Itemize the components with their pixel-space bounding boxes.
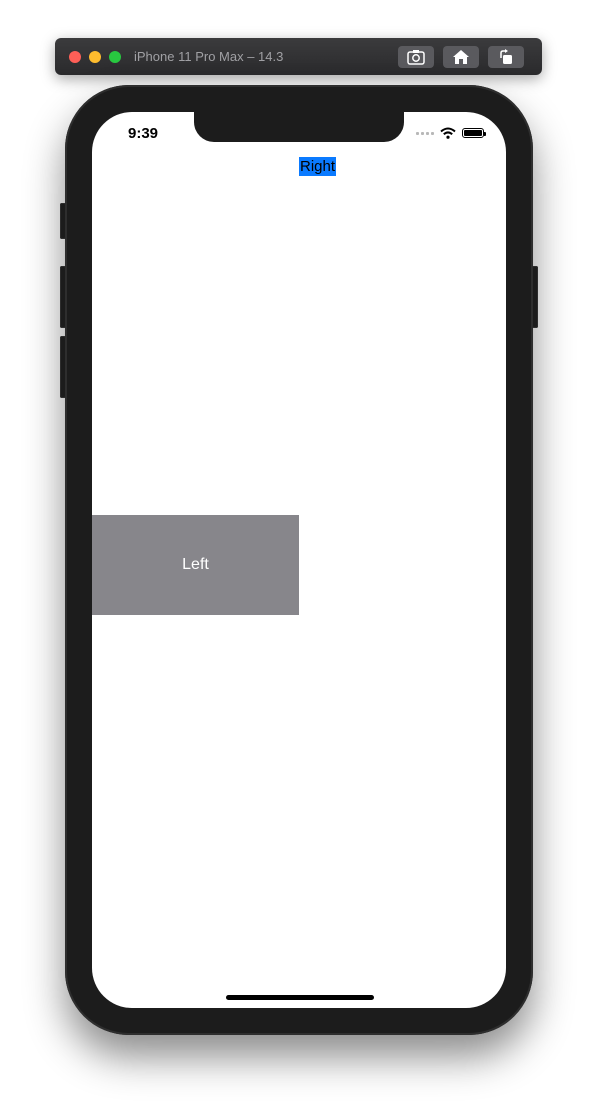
rotate-icon	[500, 49, 512, 64]
status-time: 9:39	[128, 125, 159, 142]
side-power-button	[532, 266, 538, 328]
screenshot-icon	[407, 50, 425, 65]
volume-up-button	[60, 266, 66, 328]
right-label: Right	[299, 157, 337, 176]
wifi-icon	[440, 127, 456, 139]
window-title: iPhone 11 Pro Max – 14.3	[134, 49, 284, 64]
volume-down-button	[60, 336, 66, 398]
rotate-button[interactable]	[488, 46, 524, 68]
left-label: Left	[182, 556, 209, 573]
left-view: Left	[92, 515, 299, 615]
minimize-window-button[interactable]	[89, 51, 101, 63]
status-icons	[416, 127, 486, 139]
close-window-button[interactable]	[69, 51, 81, 63]
home-icon	[453, 50, 469, 64]
simulator-titlebar: iPhone 11 Pro Max – 14.3	[55, 38, 542, 75]
mute-switch	[60, 203, 66, 239]
cellular-signal-icon	[416, 131, 434, 135]
screenshot-button[interactable]	[398, 46, 434, 68]
home-indicator[interactable]	[226, 995, 374, 1000]
zoom-window-button[interactable]	[109, 51, 121, 63]
notch	[194, 112, 404, 142]
battery-icon	[462, 128, 486, 138]
home-button[interactable]	[443, 46, 479, 68]
device-screen: 9:39 Right Left	[92, 112, 506, 1008]
